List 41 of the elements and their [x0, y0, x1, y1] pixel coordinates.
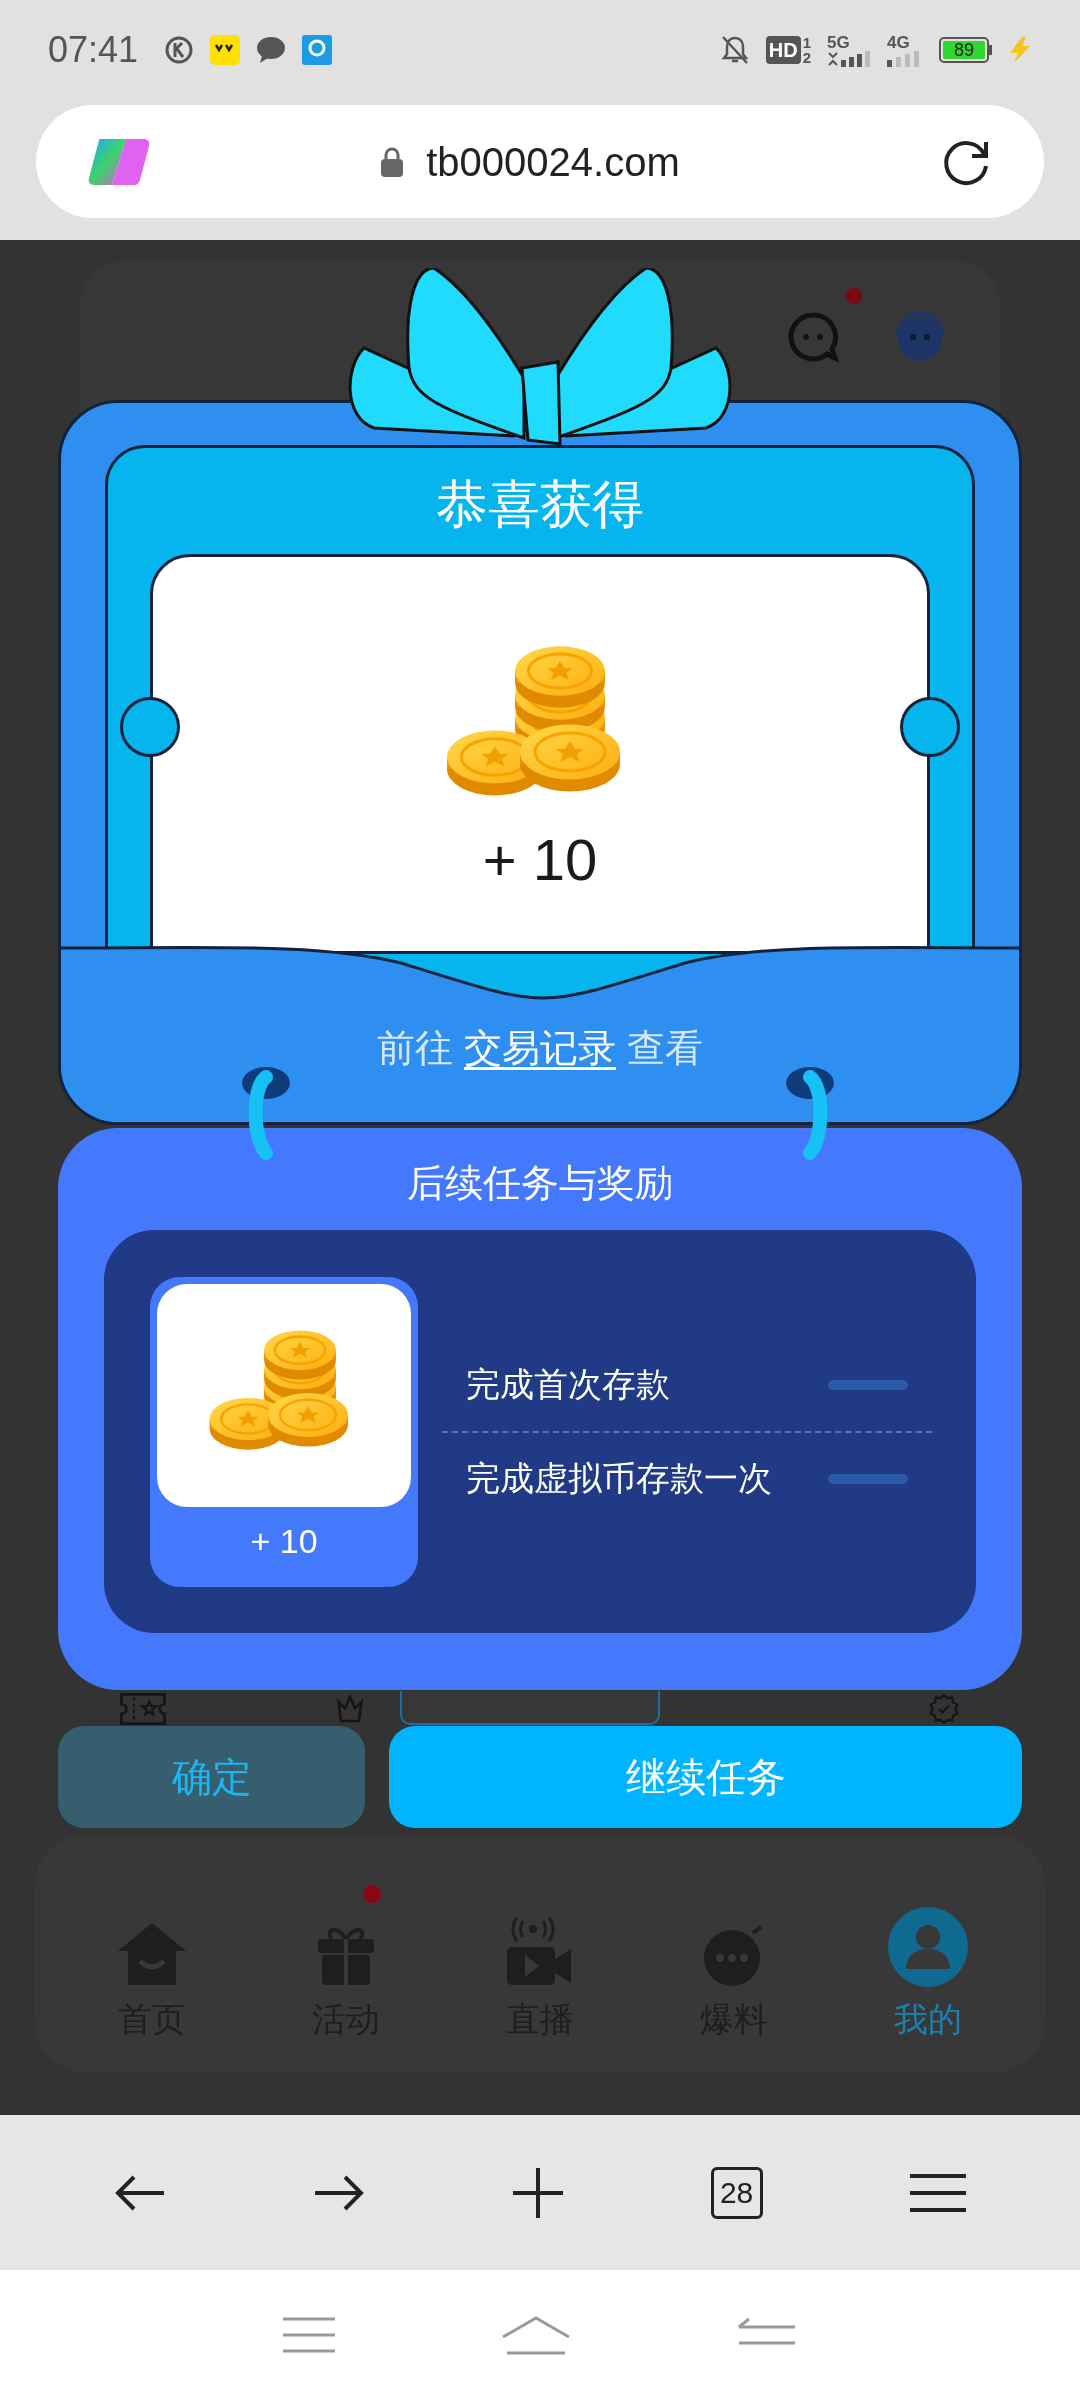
bell-off-icon	[719, 34, 750, 66]
continue-task-button[interactable]: 继续任务	[389, 1726, 1022, 1828]
swipe-hint-pill[interactable]	[400, 1691, 660, 1725]
network-type-label: 4G	[887, 33, 910, 51]
dialog-title: 恭喜获得	[436, 474, 644, 534]
signal-icon	[827, 50, 871, 67]
network-type-label: 5G	[827, 33, 850, 51]
app-notification-icon	[210, 35, 241, 65]
ticket-star-icon[interactable]	[120, 1693, 166, 1725]
confirm-button[interactable]: 确定	[58, 1726, 365, 1828]
reward-amount: + 10	[482, 827, 598, 893]
recent-apps-icon[interactable]	[283, 2317, 335, 2353]
gear-badge-icon[interactable]	[928, 1693, 960, 1725]
task-label: 完成虚拟币存款一次	[466, 1458, 773, 1499]
battery-indicator: 89	[939, 37, 992, 63]
chat-icon[interactable]	[786, 310, 840, 364]
menu-icon[interactable]	[910, 2172, 967, 2213]
app-notification-icon	[302, 35, 333, 65]
crown-icon[interactable]	[336, 1693, 364, 1725]
charging-bolt-icon	[1008, 37, 1032, 63]
transaction-record-hint: 前往 交易记录 查看	[376, 1026, 704, 1071]
home-icon[interactable]	[501, 2315, 571, 2355]
sim-number: 1	[802, 35, 811, 50]
url-text[interactable]: tb000024.com	[426, 131, 680, 192]
live-camera-icon	[507, 1916, 573, 1987]
plus-icon[interactable]	[513, 2167, 563, 2218]
user-avatar-icon	[888, 1906, 968, 1987]
hd-label: HD	[765, 36, 801, 64]
sim-number: 2	[802, 50, 811, 65]
chat-bubble-icon	[256, 36, 287, 64]
task-label: 完成首次存款	[466, 1364, 671, 1405]
clock-time: 07:41	[48, 28, 139, 72]
section-title: 后续任务与奖励	[407, 1161, 673, 1206]
chat-dots-icon	[703, 1924, 765, 1987]
home-icon	[116, 1920, 188, 1987]
reward-amount: + 10	[250, 1520, 318, 1561]
nav-tab[interactable]: 我的	[853, 1868, 1003, 2039]
tab-count-button[interactable]: 28	[710, 2166, 763, 2219]
transaction-record-link[interactable]: 交易记录	[464, 1027, 616, 1069]
lock-icon	[380, 146, 405, 177]
k-circle-icon	[164, 35, 195, 65]
